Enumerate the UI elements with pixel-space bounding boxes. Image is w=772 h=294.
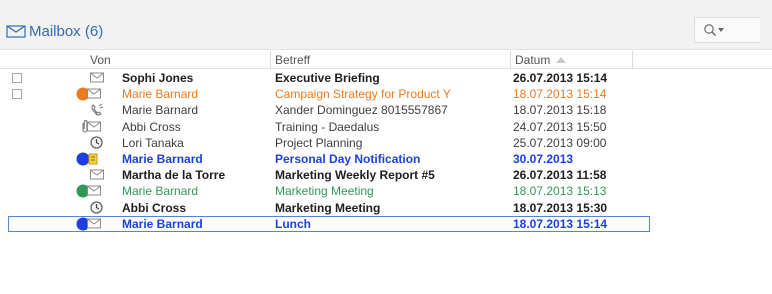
email-subject: Training - Daedalus [275,119,380,134]
column-from[interactable]: Von [90,53,111,67]
mailbox-title-label: Mailbox (6) [29,23,104,40]
column-subject[interactable]: Betreff [275,53,310,67]
email-row[interactable]: Sophi Jones Executive Briefing 26.07.2013 … [0,70,772,86]
column-date[interactable]: Datum [515,53,567,67]
email-date: 26.07.2013 11:58 [513,168,607,183]
email-date: 18.07.2013 15:13 [513,184,607,199]
row-icons [78,168,108,183]
email-row[interactable]: Abbi Cross Marketing Meeting 18.07.2013 15… [0,200,772,216]
email-date: 18.07.2013 15:18 [513,103,607,118]
email-date: 26.07.2013 15:14 [513,71,608,85]
row-icons [78,136,108,151]
email-from: Marie Barnard [122,151,203,166]
email-date: 30.07.2013 [513,151,574,166]
email-row[interactable]: Marie Barnard Xander Dominguez 8015557867… [0,102,772,118]
email-date: 18.07.2013 15:14 [513,216,608,231]
row-checkbox[interactable] [12,73,22,83]
email-subject: Marketing Meeting [275,200,381,215]
column-divider[interactable] [632,51,633,69]
row-icons [78,200,108,216]
row-icons [76,152,108,167]
column-divider[interactable] [510,51,511,69]
email-from: Abbi Cross [122,119,181,134]
email-from: Lori Tanaka [122,135,184,150]
email-date: 25.07.2013 09:00 [513,135,607,150]
email-from: Marie Barnard [122,87,199,102]
email-subject: Xander Dominguez 8015557867 [275,103,448,118]
email-from: Sophi Jones [122,71,194,85]
email-row[interactable]: Marie Barnard Campaign Strategy for Produ… [0,86,772,102]
email-row[interactable]: Lori Tanaka Project Planning 25.07.2013 09… [0,135,772,151]
email-subject: Personal Day Notification [275,151,421,166]
column-header: Von Betreff Datum [0,51,772,69]
row-icons [76,87,108,102]
email-subject: Lunch [275,216,311,231]
search-icon [704,24,724,37]
row-icons [76,217,108,232]
mailbox-icon [6,25,26,38]
email-row[interactable]: Marie Barnard Personal Day Notification 30… [0,151,772,167]
email-date: 18.07.2013 15:14 [513,87,607,102]
email-row[interactable]: Abbi Cross Training - Daedalus 24.07.2013 … [0,119,772,135]
email-row[interactable]: Marie Barnard Marketing Meeting 18.07.2013… [0,183,772,199]
email-date: 24.07.2013 15:50 [513,119,607,134]
row-icons [76,184,108,199]
email-from: Abbi Cross [122,200,187,215]
row-icons [78,119,108,135]
column-divider[interactable] [270,51,271,69]
email-subject: Campaign Strategy for Product Y [275,87,451,102]
email-from: Marie Barnard [122,184,199,199]
email-list: Sophi Jones Executive Briefing 26.07.2013 … [0,70,772,232]
search-button[interactable] [694,17,760,43]
row-icons [78,71,108,86]
email-from: Marie Barnard [122,103,199,118]
column-date-label: Datum [515,53,551,67]
email-from: Marie Barnard [122,216,203,231]
chevron-down-icon [718,28,724,32]
email-subject: Project Planning [275,135,363,150]
email-from: Martha de la Torre [122,168,226,183]
row-checkbox[interactable] [12,89,22,100]
email-row[interactable]: Marie Barnard Lunch 18.07.2013 15:14 [8,215,650,232]
email-subject: Executive Briefing [275,71,380,85]
email-row[interactable]: Martha de la Torre Marketing Weekly Repor… [0,167,772,183]
row-icons [78,103,108,118]
mailbox-header: Mailbox (6) [0,0,772,50]
sort-ascending-icon [556,57,567,63]
email-date: 18.07.2013 15:30 [513,200,608,215]
mailbox-title[interactable]: Mailbox (6) [6,23,103,40]
email-subject: Marketing Weekly Report #5 [275,168,435,183]
email-subject: Marketing Meeting [275,184,374,199]
